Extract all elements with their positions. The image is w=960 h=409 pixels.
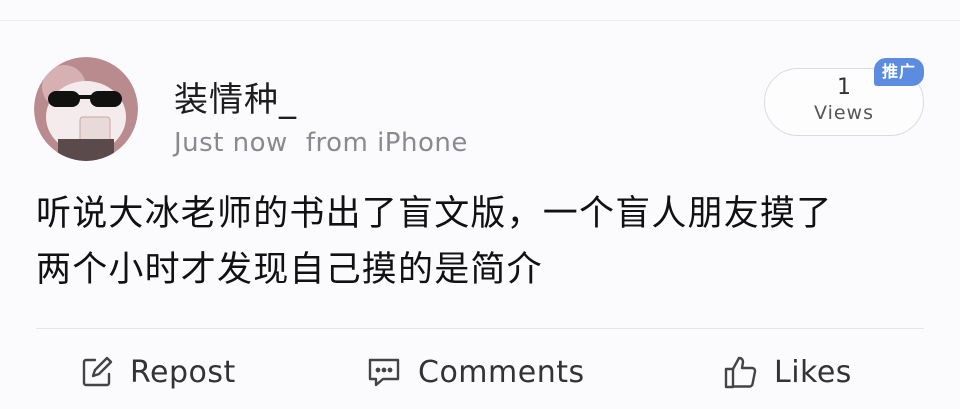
weibo-post-card: 装情种_ Just now from iPhone 1 Views 推广 听说大冰… <box>0 0 960 409</box>
repost-label: Repost <box>130 354 236 390</box>
likes-label: Likes <box>774 354 852 390</box>
top-divider <box>0 20 960 21</box>
repost-button[interactable]: Repost <box>80 350 236 394</box>
comments-button[interactable]: Comments <box>366 350 585 394</box>
likes-button[interactable]: Likes <box>722 350 852 394</box>
post-time: Just now <box>174 128 288 158</box>
promoted-tag: 推广 <box>874 58 924 86</box>
comment-bubble-icon <box>366 355 402 389</box>
post-source: from iPhone <box>305 128 468 158</box>
post-text-line: 两个小时才发现自己摸的是简介 <box>36 250 543 290</box>
edit-square-icon <box>80 355 114 389</box>
post-text: 听说大冰老师的书出了盲文版，一个盲人朋友摸了 两个小时才发现自己摸的是简介 <box>36 186 936 298</box>
thumbs-up-icon <box>722 354 758 390</box>
actions-divider <box>36 328 924 329</box>
post-text-line: 听说大冰老师的书出了盲文版，一个盲人朋友摸了 <box>36 194 833 234</box>
comments-label: Comments <box>418 354 585 390</box>
post-meta: Just now from iPhone <box>174 128 468 158</box>
avatar[interactable] <box>34 57 138 161</box>
views-label: Views <box>814 102 874 124</box>
username[interactable]: 装情种_ <box>174 72 297 121</box>
